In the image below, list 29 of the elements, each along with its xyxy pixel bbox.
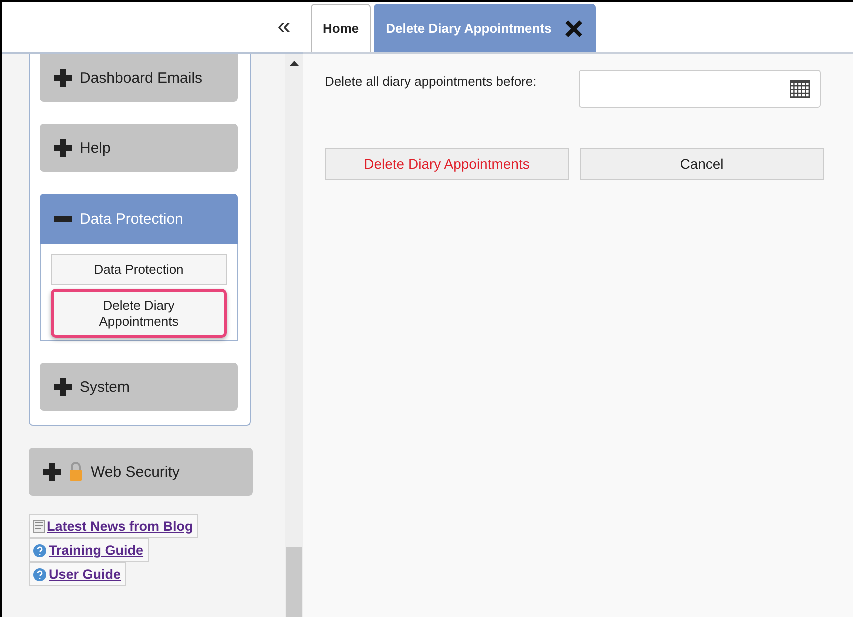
plus-icon bbox=[54, 378, 72, 396]
date-field[interactable] bbox=[579, 70, 821, 108]
close-icon[interactable] bbox=[564, 20, 584, 38]
scrollbar[interactable] bbox=[285, 54, 303, 617]
scroll-up-icon[interactable] bbox=[290, 60, 298, 66]
submenu-item[interactable]: Delete Diary Appointments bbox=[51, 289, 227, 338]
sidebar-link[interactable]: Latest News from Blog bbox=[29, 514, 198, 538]
scrollbar-thumb[interactable] bbox=[286, 547, 302, 617]
section-header[interactable]: Web Security bbox=[29, 448, 253, 496]
help-icon bbox=[33, 568, 47, 582]
plus-icon bbox=[54, 69, 72, 87]
collapse-button[interactable]: « bbox=[278, 13, 291, 41]
plus-icon bbox=[54, 139, 72, 157]
delete-button[interactable]: Delete Diary Appointments bbox=[325, 148, 569, 180]
minus-icon bbox=[54, 216, 72, 222]
help-icon bbox=[33, 544, 47, 558]
submenu-item[interactable]: Data Protection bbox=[51, 254, 227, 285]
section-header[interactable]: System bbox=[40, 363, 238, 412]
document-icon bbox=[33, 520, 45, 534]
tab[interactable]: Home bbox=[311, 4, 372, 52]
plus-icon bbox=[43, 463, 61, 482]
padlock-icon bbox=[69, 462, 83, 482]
section-header[interactable]: Help bbox=[40, 124, 238, 172]
calendar-icon[interactable] bbox=[790, 80, 810, 98]
field-label: Delete all diary appointments before: bbox=[325, 73, 538, 89]
sidebar-link[interactable]: Training Guide bbox=[29, 538, 149, 562]
section-header[interactable]: Dashboard Emails bbox=[40, 54, 238, 102]
cancel-button[interactable]: Cancel bbox=[580, 148, 824, 180]
sidebar-link[interactable]: User Guide bbox=[29, 562, 126, 586]
